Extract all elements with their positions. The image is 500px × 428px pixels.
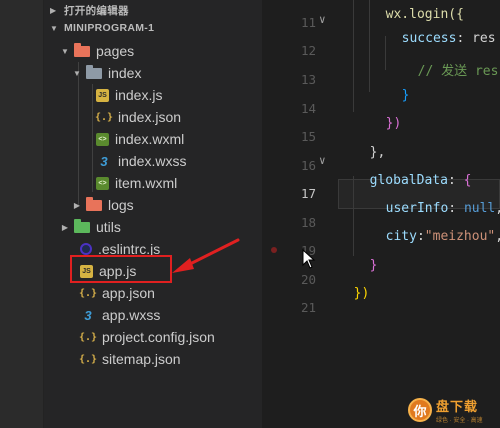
tree-item-index-json[interactable]: {.} index.json [44,106,262,128]
tree-item-label: app.json [102,285,155,301]
line-number: 13 [300,72,316,87]
chevron-right-icon: ▶ [50,5,57,15]
code-line-17: userInfo: null, [370,186,500,216]
red-arrow-annotation [172,238,240,273]
code-string: "meizhou" [424,229,496,244]
json-file-icon: {.} [94,111,114,123]
line-number: 15 [300,129,316,144]
line-number: 11 [300,15,316,30]
code-token: } [401,88,410,103]
chevron-down-icon: ▼ [73,68,81,78]
tree-item-project-config[interactable]: {.} project.config.json [44,326,262,348]
tree-item-item-wxml[interactable]: <> item.wxml [44,172,262,194]
tree-item-index-wxml[interactable]: <> index.wxml [44,128,262,150]
tree-item-label: logs [108,197,134,213]
fold-chevron-icon[interactable]: ∨ [319,154,326,167]
chevron-down-icon: ▼ [61,46,69,56]
tree-item-index-js[interactable]: JS index.js [44,84,262,106]
project-label: MINIPROGRAM-1 [64,22,155,34]
wxml-file-icon: <> [96,176,109,190]
line-number: 14 [300,101,316,116]
folder-open-icon [74,42,90,58]
chevron-right-icon: ▶ [61,222,69,232]
tree-item-label: item.wxml [115,175,178,191]
code-token: : res => [456,31,496,46]
code-token: } [369,258,378,273]
tree-item-label: app.wxss [102,307,161,323]
tree-item-label: pages [96,43,135,59]
tree-item-index-wxss[interactable]: 3 index.wxss [44,150,262,172]
mouse-cursor-icon [302,249,316,269]
json-file-icon: {.} [78,287,98,299]
json-file-icon: {.} [78,331,98,343]
code-line-14: }) [370,101,402,131]
tree-item-label: index.wxss [118,153,187,169]
tree-item-label: index.js [115,87,163,103]
code-token: city [385,229,417,244]
line-number: 20 [300,272,316,287]
open-editors-section[interactable]: ▶ 打开的编辑器 [44,0,262,20]
code-line-19: } [354,243,378,273]
code-line-11: success: res => [386,16,500,46]
tree-item-sitemap[interactable]: {.} sitemap.json [44,348,262,370]
file-explorer: ▶ 打开的编辑器 ▼ MINIPROGRAM-1 ▼ pages ▼ index… [44,0,262,428]
folder-open-icon [86,64,102,80]
tree-item-logs[interactable]: ▶ logs [44,194,262,216]
eslint-icon [80,243,92,255]
code-token: , [495,229,500,244]
tree-item-pages[interactable]: ▼ pages [44,40,262,62]
json-file-icon: {.} [78,353,98,365]
code-token: : [416,229,425,244]
tree-item-label: project.config.json [102,329,215,345]
wxml-file-icon: <> [96,132,109,146]
indent-guide [353,0,354,112]
tree-item-app-wxss[interactable]: 3 app.wxss [44,304,262,326]
tree-item-label: utils [96,219,121,235]
line-number: 16 [300,158,316,173]
tree-item-index-folder[interactable]: ▼ index [44,62,262,84]
code-line-18: city:"meizhou", [370,214,500,244]
code-line-16: globalData: { [354,158,472,188]
wxss-file-icon: 3 [84,307,92,323]
line-number-active: 17 [300,186,316,201]
line-number: 21 [300,300,316,315]
code-token: success [401,31,457,46]
chevron-right-icon: ▶ [73,200,81,210]
tree-item-label: sitemap.json [102,351,181,367]
line-number: 12 [300,43,316,58]
tree-item-label: index.json [118,109,182,125]
code-line-12: // 发送 res.c [402,45,500,79]
project-section[interactable]: ▼ MINIPROGRAM-1 [44,18,262,38]
open-editors-label: 打开的编辑器 [64,4,129,17]
folder-icon [74,218,90,234]
line-number: 18 [300,215,316,230]
code-token: }) [385,116,402,131]
code-line-13: } [386,73,410,103]
code-token: }) [353,286,370,301]
tree-item-label: index [108,65,142,81]
code-line-15: }, [354,130,386,160]
tree-item-label: index.wxml [115,131,185,147]
watermark-title: 盘下载 [436,399,479,414]
code-line-20: }) [338,271,370,301]
folder-icon [86,196,102,212]
watermark-subtitle: 绿色 · 安全 · 高速 [436,418,483,424]
chevron-down-icon: ▼ [50,23,59,33]
tree-item-utils[interactable]: ▶ utils [44,216,262,238]
watermark-badge: 你 [408,398,432,422]
fold-chevron-icon[interactable]: ∨ [319,13,326,26]
wxss-file-icon: 3 [100,153,108,169]
code-comment: // 发送 res.c [417,64,500,79]
activity-bar [0,0,44,428]
js-file-icon: JS [96,88,109,102]
watermark-logo: 你 盘下载 绿色 · 安全 · 高速 [408,392,500,428]
tree-item-app-json[interactable]: {.} app.json [44,282,262,304]
